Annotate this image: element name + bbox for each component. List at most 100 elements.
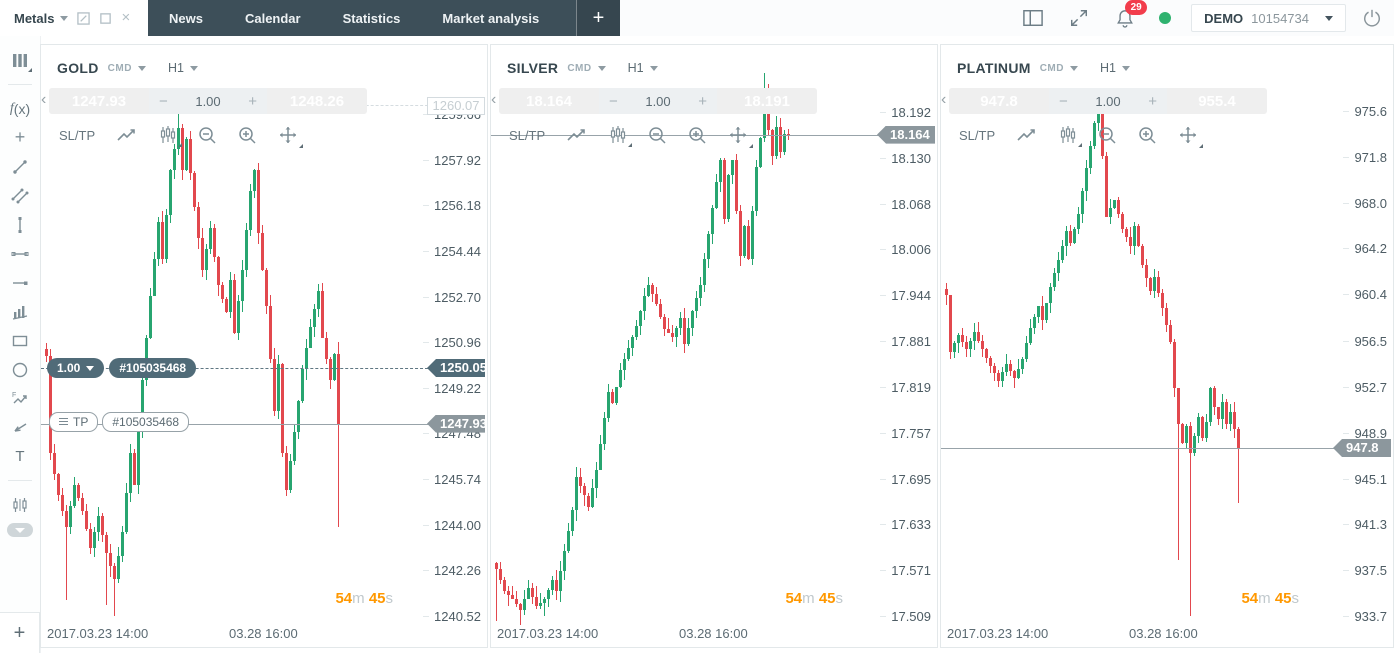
tab-calendar[interactable]: Calendar	[224, 0, 322, 36]
volume-increase-button[interactable]: +	[1148, 93, 1157, 110]
sidebar-divider	[8, 84, 32, 85]
layout-icon[interactable]	[1021, 6, 1045, 30]
volume-decrease-button[interactable]: −	[609, 93, 618, 110]
sell-button[interactable]: 18.164	[499, 88, 599, 114]
candlestick-mode-icon[interactable]	[159, 126, 177, 144]
candle	[615, 387, 618, 404]
arrow-icon[interactable]	[6, 413, 34, 442]
collapse-trade-widget-handle[interactable]: ‹	[491, 91, 496, 109]
trendline-icon[interactable]	[6, 152, 34, 181]
buy-button[interactable]: 955.4	[1167, 88, 1267, 114]
fx-indicators-icon[interactable]: f(x)	[6, 94, 34, 123]
tab-statistics[interactable]: Statistics	[322, 0, 422, 36]
tab-news[interactable]: News	[148, 0, 224, 36]
volume-value[interactable]: 1.00	[195, 94, 220, 109]
price-axis-tick: 17.944	[880, 288, 931, 303]
add-instrument-button[interactable]: +	[0, 612, 40, 653]
timeframe-selector[interactable]: H1	[168, 61, 184, 75]
chevron-down-icon[interactable]	[190, 66, 198, 71]
add-tab-button[interactable]: +	[576, 0, 620, 36]
candle	[297, 401, 300, 432]
zoom-out-icon[interactable]	[198, 126, 217, 145]
scroll-down-button[interactable]	[7, 523, 33, 537]
candlestick-mode-icon[interactable]	[1059, 126, 1077, 144]
zoom-out-icon[interactable]	[1098, 126, 1117, 145]
close-workspace-icon[interactable]: ×	[121, 10, 130, 25]
zoom-in-icon[interactable]	[238, 126, 257, 145]
line-chart-mode-icon[interactable]	[1016, 127, 1038, 143]
zoom-out-icon[interactable]	[648, 126, 667, 145]
chevron-down-icon[interactable]	[60, 16, 68, 21]
collapse-trade-widget-handle[interactable]: ‹	[941, 91, 946, 109]
buy-button[interactable]: 18.191	[717, 88, 817, 114]
add-indicator-icon[interactable]: +	[6, 123, 34, 152]
text-tool-icon[interactable]: T	[6, 442, 34, 471]
collapse-trade-widget-handle[interactable]: ‹	[41, 91, 46, 109]
rectangle-icon[interactable]	[6, 326, 34, 355]
pan-move-icon[interactable]	[1178, 125, 1198, 145]
chart-panel-gold: GOLD CMD H1 ‹ 1247.93 − 1.00 + 1248.26 S…	[40, 44, 488, 648]
timeframe-selector[interactable]: H1	[1100, 61, 1116, 75]
sltp-label[interactable]: SL/TP	[59, 128, 95, 143]
rename-workspace-icon[interactable]	[77, 12, 90, 25]
volume-value[interactable]: 1.00	[645, 94, 670, 109]
panels-icon[interactable]	[6, 46, 34, 75]
instrument-type-badge: CMD	[108, 63, 132, 74]
sell-button[interactable]: 1247.93	[49, 88, 149, 114]
candle	[1105, 156, 1108, 216]
symbol-label[interactable]: PLATINUM	[957, 60, 1031, 76]
sltp-label[interactable]: SL/TP	[509, 128, 545, 143]
chevron-down-icon[interactable]	[1122, 66, 1130, 71]
volume-profile-icon[interactable]	[6, 297, 34, 326]
candle	[1157, 277, 1160, 293]
vertical-line-icon[interactable]	[6, 210, 34, 239]
zoom-in-icon[interactable]	[688, 126, 707, 145]
ellipse-icon[interactable]	[6, 355, 34, 384]
symbol-label[interactable]: SILVER	[507, 60, 558, 76]
line-chart-mode-icon[interactable]	[116, 127, 138, 143]
symbol-label[interactable]: GOLD	[57, 60, 99, 76]
price-axis-tick: 1250.96	[423, 335, 481, 350]
ray-icon[interactable]	[6, 268, 34, 297]
candlestick-mode-icon[interactable]	[609, 126, 627, 144]
notifications-bell-icon[interactable]: 29	[1113, 6, 1137, 30]
parallel-channel-icon[interactable]	[6, 181, 34, 210]
pan-move-icon[interactable]	[728, 125, 748, 145]
candle	[1081, 191, 1084, 214]
sell-button[interactable]: 947.8	[949, 88, 1049, 114]
buy-button[interactable]: 1248.26	[267, 88, 367, 114]
timeframe-selector[interactable]: H1	[628, 61, 644, 75]
line-chart-mode-icon[interactable]	[566, 127, 588, 143]
chevron-down-icon[interactable]	[1070, 66, 1078, 71]
volume-increase-button[interactable]: +	[248, 93, 257, 110]
workspace-tab-metals[interactable]: Metals ×	[0, 0, 148, 36]
chevron-down-icon[interactable]	[650, 66, 658, 71]
price-axis-tick: 964.2	[1343, 241, 1387, 256]
take-profit-labels: TP#105035468	[49, 412, 193, 432]
volume-increase-button[interactable]: +	[698, 93, 707, 110]
chevron-down-icon[interactable]	[1325, 16, 1333, 21]
workspace-tab-label[interactable]: Metals	[14, 11, 54, 26]
compare-candles-icon[interactable]	[6, 490, 34, 519]
price-axis-tick: 971.8	[1343, 150, 1387, 165]
volume-decrease-button[interactable]: −	[159, 93, 168, 110]
chevron-down-icon[interactable]	[138, 66, 146, 71]
fullscreen-icon[interactable]	[1067, 6, 1091, 30]
volume-value[interactable]: 1.00	[1095, 94, 1120, 109]
tab-market-analysis[interactable]: Market analysis	[421, 0, 560, 36]
duplicate-workspace-icon[interactable]	[99, 12, 112, 25]
horizontal-segment-icon[interactable]	[6, 239, 34, 268]
zoom-in-icon[interactable]	[1138, 126, 1157, 145]
pan-move-icon[interactable]	[278, 125, 298, 145]
volume-decrease-button[interactable]: −	[1059, 93, 1068, 110]
sltp-label[interactable]: SL/TP	[959, 128, 995, 143]
candle	[1109, 208, 1112, 216]
logout-power-icon[interactable]	[1360, 6, 1384, 30]
candle	[277, 364, 280, 411]
position-volume-dropdown[interactable]: 1.00	[47, 358, 104, 378]
fibonacci-icon[interactable]: F	[6, 384, 34, 413]
chevron-down-icon[interactable]	[598, 66, 606, 71]
account-selector[interactable]: DEMO 10154734	[1191, 4, 1346, 32]
take-profit-pill[interactable]: TP	[49, 412, 98, 432]
price-axis-tick: 960.4	[1343, 287, 1387, 302]
